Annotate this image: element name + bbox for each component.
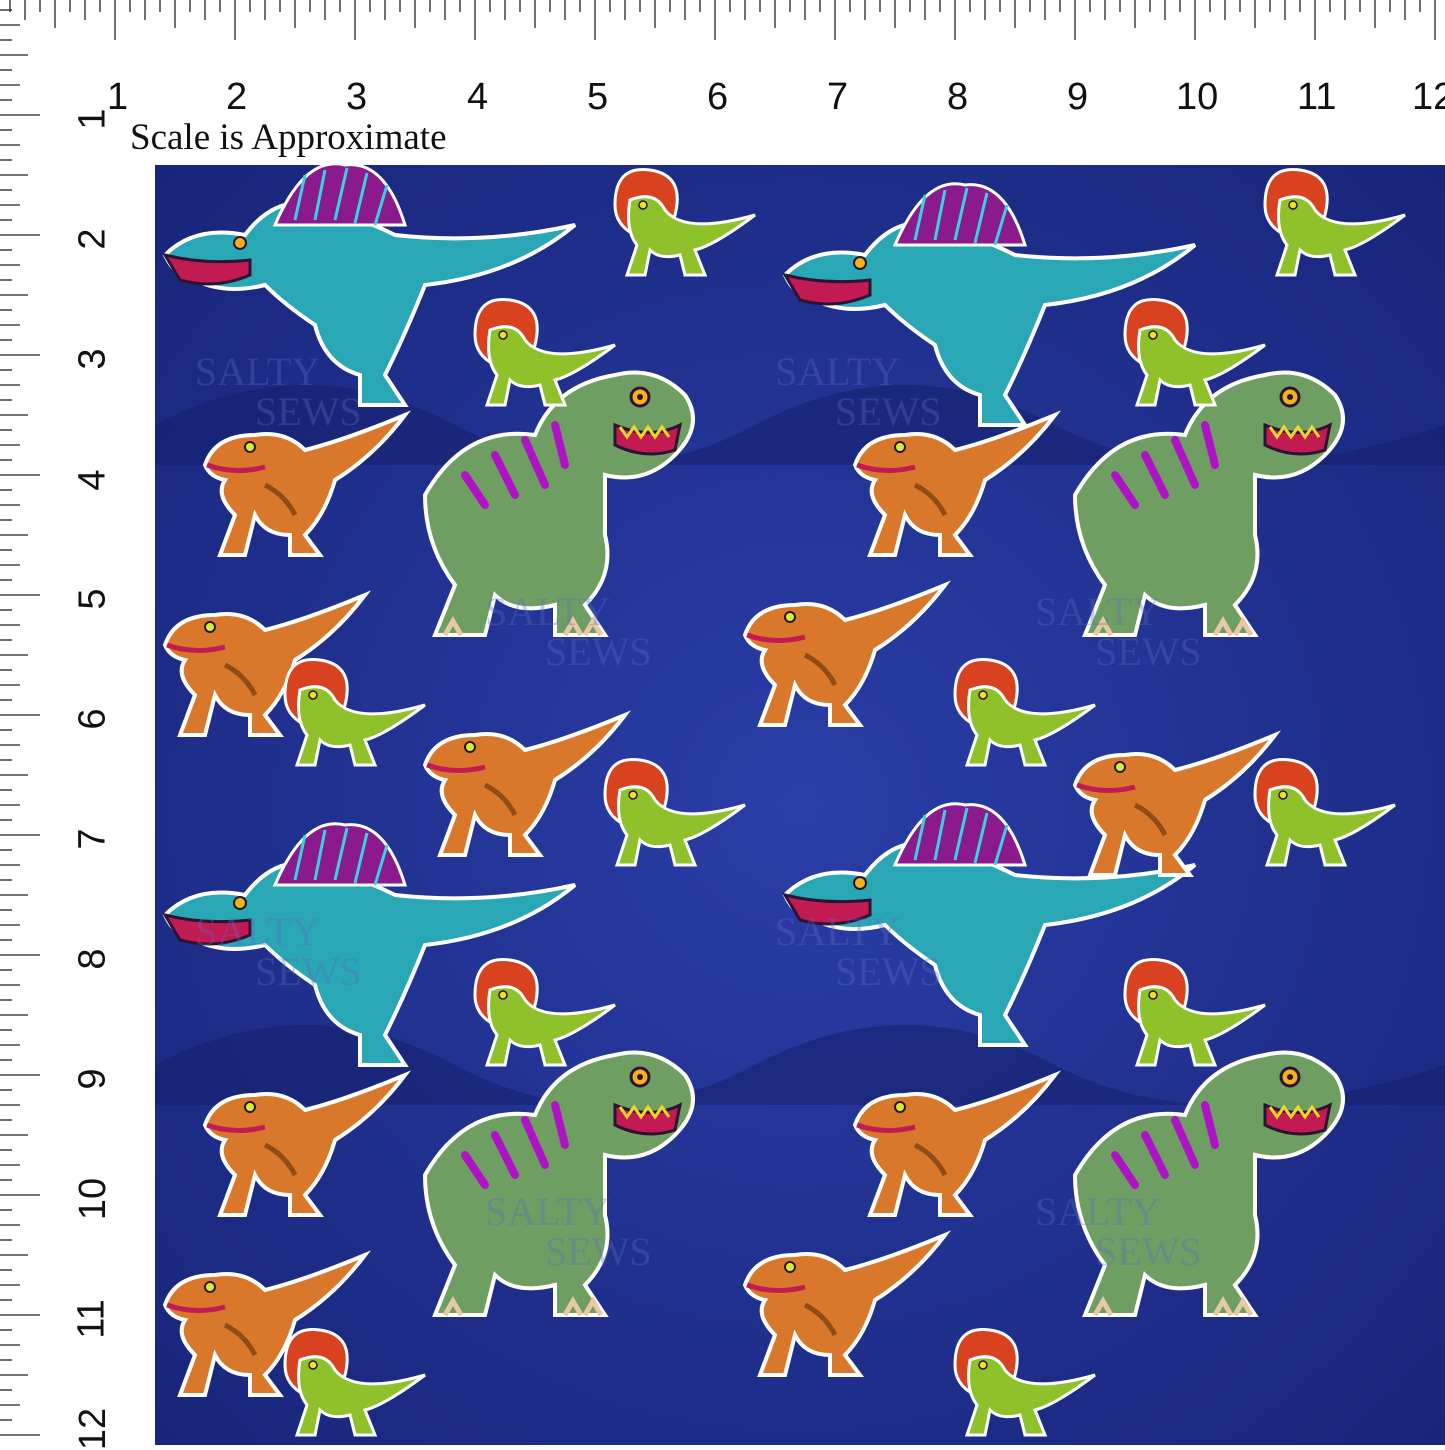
left-ruler-number: 5 xyxy=(71,588,114,610)
scale-note: Scale is Approximate xyxy=(130,117,447,158)
left-ruler-number: 12 xyxy=(72,1407,115,1450)
left-ruler-number: 3 xyxy=(71,348,114,370)
top-ruler-number: 11 xyxy=(1297,76,1337,118)
left-ruler-number: 11 xyxy=(70,1299,113,1339)
top-ruler-number: 4 xyxy=(467,76,489,118)
fabric-swatch: SALTY SEWS xyxy=(155,165,1445,1445)
top-ruler-number: 6 xyxy=(707,76,729,118)
top-ruler-number: 12 xyxy=(1412,76,1445,118)
left-ruler-number: 2 xyxy=(71,228,114,250)
left-ruler-number: 8 xyxy=(71,948,114,970)
top-ruler-number: 10 xyxy=(1176,76,1219,118)
left-ruler-number: 4 xyxy=(71,469,114,491)
top-ruler-number: 3 xyxy=(346,76,368,118)
left-ruler-number: 6 xyxy=(71,708,114,730)
top-ruler-number: 2 xyxy=(226,76,248,118)
top-ruler-number: 9 xyxy=(1067,76,1089,118)
top-ruler-number: 8 xyxy=(947,76,969,118)
left-ruler-number: 9 xyxy=(71,1068,114,1090)
left-ruler-number: 10 xyxy=(72,1177,115,1221)
top-ruler-number: 5 xyxy=(587,76,609,118)
top-ruler-number: 7 xyxy=(827,76,849,118)
left-ruler-number: 1 xyxy=(71,108,114,130)
left-ruler-number: 7 xyxy=(71,828,114,850)
